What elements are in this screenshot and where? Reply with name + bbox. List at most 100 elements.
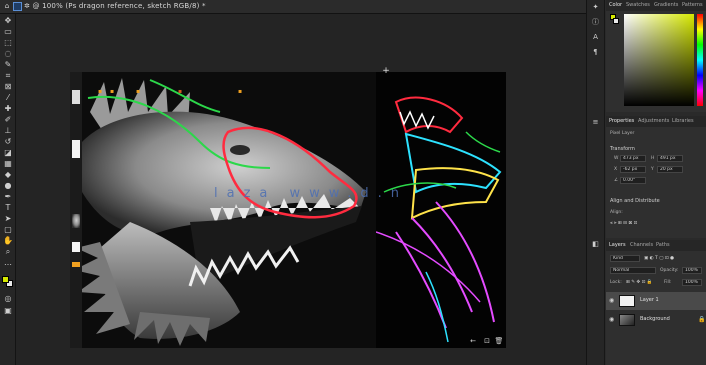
collapsed-panel-strip: ✦ ⓘ A ¶ ≡ ◧ xyxy=(587,0,605,365)
tab-layers[interactable]: Layers xyxy=(609,242,626,248)
move-tool-icon[interactable]: ✥ xyxy=(3,16,13,26)
fill-field[interactable]: 100% xyxy=(682,279,702,286)
pen-tool-icon[interactable]: ✒ xyxy=(3,192,13,202)
quick-mask-icon[interactable]: ◎ xyxy=(3,294,13,304)
home-icon[interactable]: ⌂ xyxy=(3,2,11,10)
app-logo-icon xyxy=(13,2,22,11)
tab-swatches[interactable]: Swatches xyxy=(626,2,650,8)
document-canvas-right[interactable]: ← ⊡ 🗑 xyxy=(376,72,506,348)
lock-label: Lock: xyxy=(610,280,622,285)
dragon-sculpt-artwork xyxy=(70,72,376,348)
marquee-tool-icon[interactable]: ⬚ xyxy=(3,38,13,48)
history-brush-tool-icon[interactable]: ↺ xyxy=(3,137,13,147)
eraser-tool-icon[interactable]: ◪ xyxy=(3,148,13,158)
healing-brush-tool-icon[interactable]: ✚ xyxy=(3,104,13,114)
layers-panel: Layers Channels Paths Kind ▣ ◐ T ▢ ⊡ ● N… xyxy=(606,240,706,365)
neon-dragon-artwork xyxy=(376,72,506,348)
info-icon[interactable]: ⓘ xyxy=(591,18,600,27)
right-panel-dock: ✦ ⓘ A ¶ ≡ ◧ Color Swatches Gradients Pat… xyxy=(586,0,706,365)
bg-color-chip[interactable] xyxy=(613,18,619,24)
foreground-color-swatch[interactable] xyxy=(2,276,9,283)
tab-properties[interactable]: Properties xyxy=(609,118,634,124)
crosshair-cursor-icon: + xyxy=(382,66,390,76)
layer-row-layer-1[interactable]: ◉ Layer 1 xyxy=(606,292,706,310)
tab-patterns[interactable]: Patterns xyxy=(682,2,703,8)
zoom-tool-icon[interactable]: ⌕ xyxy=(3,247,13,257)
eyedropper-tool-icon[interactable]: ⁄ xyxy=(3,93,13,103)
lock-options-icon[interactable]: ⊞ ✎ ✥ ⊡ 🔒 xyxy=(626,280,652,285)
layers-icon[interactable]: ◧ xyxy=(591,240,600,249)
layer-row-background[interactable]: ◉ Background 🔒 xyxy=(606,311,706,329)
shape-tool-icon[interactable]: ▢ xyxy=(3,225,13,235)
y-label: Y xyxy=(651,167,654,172)
opacity-field[interactable]: 100% xyxy=(682,267,702,274)
blend-mode-select[interactable]: Normal xyxy=(610,267,656,274)
crop-icon[interactable]: ⊡ xyxy=(482,336,492,346)
width-field[interactable]: 473 px xyxy=(620,155,646,162)
dodge-tool-icon[interactable]: ● xyxy=(3,181,13,191)
tab-paths[interactable]: Paths xyxy=(656,242,670,248)
color-picker-field[interactable] xyxy=(624,14,694,106)
transform-section-title[interactable]: Transform xyxy=(610,146,635,152)
tab-channels[interactable]: Channels xyxy=(630,242,653,248)
character-icon[interactable]: A xyxy=(591,33,600,42)
path-select-tool-icon[interactable]: ➤ xyxy=(3,214,13,224)
layer-thumbnail xyxy=(619,295,635,307)
screen-mode-icon[interactable]: ▣ xyxy=(3,306,13,316)
align-buttons-icon[interactable]: ⫷ ⫸ ⊞ ⊟ ⊠ ⊡ xyxy=(610,220,637,226)
orange-marker-icon[interactable]: ▪ xyxy=(236,88,244,96)
document-tab-title[interactable]: ✲ @ 100% (Ps dragon reference, sketch RG… xyxy=(24,2,206,10)
x-field[interactable]: -62 px xyxy=(620,166,646,173)
orange-marker-icon[interactable]: ▪ xyxy=(96,88,104,96)
tab-adjustments[interactable]: Adjustments xyxy=(638,118,669,124)
frame-tool-icon[interactable]: ⊠ xyxy=(3,82,13,92)
tab-libraries[interactable]: Libraries xyxy=(672,118,694,124)
document-canvas-left[interactable] xyxy=(70,72,376,348)
hue-slider[interactable] xyxy=(697,14,703,106)
layer-type-label: Pixel Layer xyxy=(610,131,635,136)
brush-tool-icon[interactable]: ✐ xyxy=(3,115,13,125)
visibility-eye-icon[interactable]: ◉ xyxy=(609,316,614,323)
properties-icon[interactable]: ≡ xyxy=(591,118,600,127)
angle-field[interactable]: 0.00° xyxy=(620,177,646,184)
layer-name[interactable]: Layer 1 xyxy=(640,297,659,303)
orange-marker-icon[interactable]: ▪ xyxy=(108,88,116,96)
lasso-tool-icon[interactable]: ◌ xyxy=(3,49,13,59)
trash-icon[interactable]: 🗑 xyxy=(494,336,504,346)
history-icon[interactable]: ✦ xyxy=(591,3,600,12)
layer-name[interactable]: Background xyxy=(640,316,670,322)
tab-color[interactable]: Color xyxy=(609,2,622,8)
h-label: H xyxy=(651,156,655,161)
tab-gradients[interactable]: Gradients xyxy=(654,2,678,8)
properties-panel-tabs: Properties Adjustments Libraries xyxy=(606,116,706,127)
x-label: X xyxy=(614,167,618,172)
layer-thumbnail xyxy=(619,314,635,326)
gradient-tool-icon[interactable]: ▦ xyxy=(3,159,13,169)
more-tools-icon[interactable]: … xyxy=(3,258,13,268)
clone-stamp-tool-icon[interactable]: ⊥ xyxy=(3,126,13,136)
hand-tool-icon[interactable]: ✋ xyxy=(3,236,13,246)
artboard-tool-icon[interactable]: ▭ xyxy=(3,27,13,37)
type-tool-icon[interactable]: T xyxy=(3,203,13,213)
align-section-title[interactable]: Align and Distribute xyxy=(610,198,660,204)
blur-tool-icon[interactable]: ◆ xyxy=(3,170,13,180)
tools-toolbar: ✥ ▭ ⬚ ◌ ✎ ⌗ ⊠ ⁄ ✚ ✐ ⊥ ↺ ◪ ▦ ◆ ● ✒ T ➤ ▢ … xyxy=(0,14,16,365)
properties-panel: Properties Adjustments Libraries Pixel L… xyxy=(606,116,706,238)
orange-marker-icon[interactable]: ▪ xyxy=(134,88,142,96)
undo-icon[interactable]: ← xyxy=(468,336,478,346)
y-field[interactable]: 20 px xyxy=(657,166,683,173)
angle-label: ∠ xyxy=(614,178,619,183)
layers-panel-tabs: Layers Channels Paths xyxy=(606,240,706,251)
crop-tool-icon[interactable]: ⌗ xyxy=(3,71,13,81)
paragraph-icon[interactable]: ¶ xyxy=(591,48,600,57)
layer-filter-icons[interactable]: ▣ ◐ T ▢ ⊡ ● xyxy=(644,256,674,261)
opacity-label: Opacity: xyxy=(660,268,679,273)
watermark-text: laza www.d.n xyxy=(214,186,408,201)
visibility-eye-icon[interactable]: ◉ xyxy=(609,297,614,304)
layer-filter-kind[interactable]: Kind xyxy=(610,255,640,262)
quick-select-tool-icon[interactable]: ✎ xyxy=(3,60,13,70)
height-field[interactable]: 491 px xyxy=(657,155,683,162)
align-label: Align: xyxy=(610,210,623,215)
color-panel-tabs: Color Swatches Gradients Patterns xyxy=(606,0,706,11)
brush-preset-icon[interactable]: ▪ xyxy=(176,88,184,96)
